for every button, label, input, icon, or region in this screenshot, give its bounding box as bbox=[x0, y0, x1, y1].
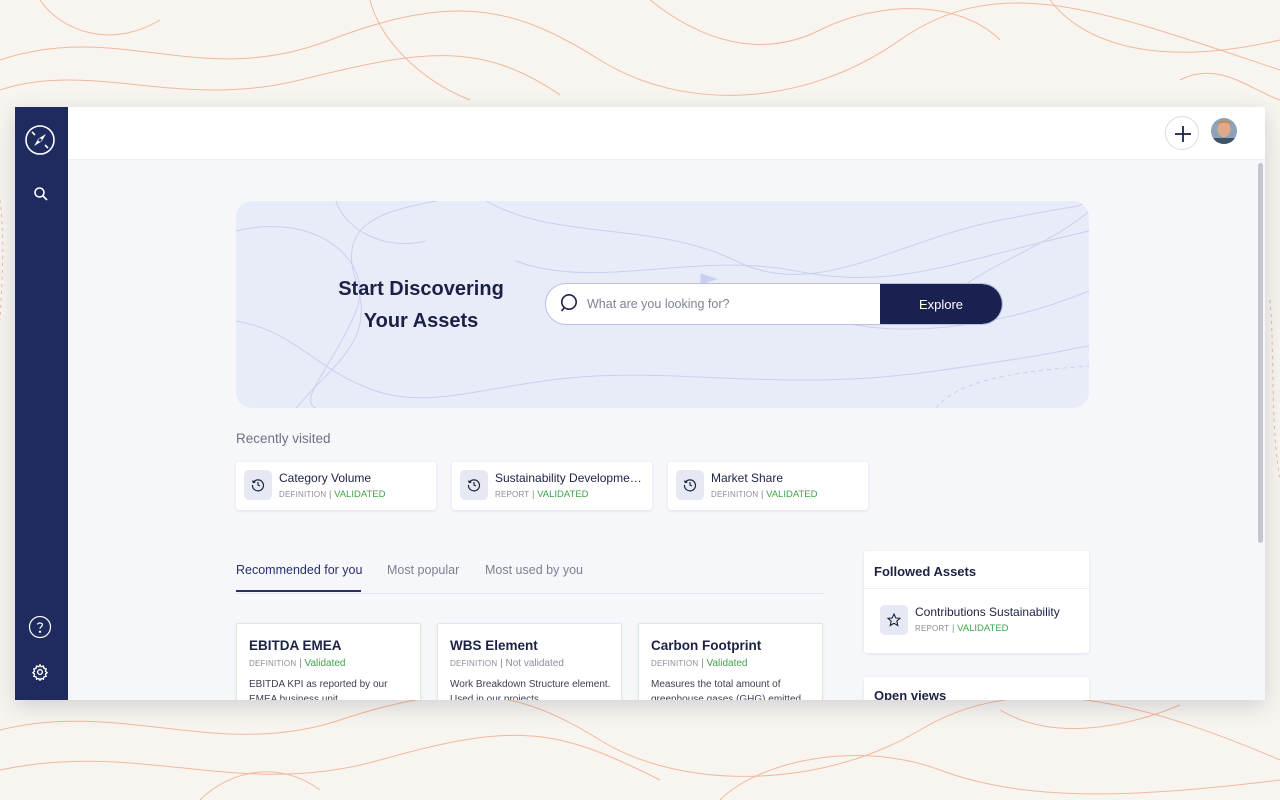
search-input[interactable] bbox=[587, 284, 877, 324]
hero-title: Start Discovering Your Assets bbox=[328, 273, 514, 337]
card-description: Measures the total amount of greenhouse … bbox=[651, 679, 802, 700]
card-title: Carbon Footprint bbox=[651, 638, 762, 653]
search-icon[interactable] bbox=[33, 186, 49, 202]
card-meta: DEFINITION | Validated bbox=[249, 658, 346, 669]
help-icon[interactable] bbox=[28, 615, 52, 639]
avatar[interactable] bbox=[1211, 116, 1237, 146]
app-window: Start Discovering Your Assets Explore Re… bbox=[15, 107, 1265, 700]
followed-assets-panel: Followed Assets Contributions Sustainabi… bbox=[864, 551, 1089, 653]
search-box: Explore bbox=[545, 283, 1003, 325]
recent-item[interactable]: Market Share DEFINITION | VALIDATED bbox=[668, 462, 868, 510]
recent-item-meta: DEFINITION | VALIDATED bbox=[711, 489, 818, 500]
divider bbox=[864, 588, 1089, 589]
tab-most-used[interactable]: Most used by you bbox=[485, 563, 583, 577]
card-title: WBS Element bbox=[450, 638, 538, 653]
compass-logo-icon[interactable] bbox=[24, 124, 56, 156]
history-icon bbox=[244, 470, 272, 500]
explore-button[interactable]: Explore bbox=[880, 284, 1002, 324]
card-meta: DEFINITION | Not validated bbox=[450, 658, 564, 669]
history-icon bbox=[460, 470, 488, 500]
top-bar bbox=[68, 107, 1265, 160]
star-icon bbox=[880, 605, 908, 635]
plus-icon bbox=[1175, 126, 1191, 142]
open-views-panel: Open views bbox=[864, 677, 1089, 700]
recent-item-name: Category Volume bbox=[279, 471, 372, 485]
tab-most-popular[interactable]: Most popular bbox=[387, 563, 459, 577]
add-button[interactable] bbox=[1165, 116, 1199, 150]
hero-title-line-1: Start Discovering bbox=[338, 278, 504, 300]
active-tab-indicator bbox=[236, 590, 361, 592]
recently-visited-title: Recently visited bbox=[236, 431, 331, 446]
card-meta: DEFINITION | Validated bbox=[651, 658, 748, 669]
card-description: EBITDA KPI as reported by our EMEA busin… bbox=[249, 679, 388, 700]
card-description: Work Breakdown Structure element. Used i… bbox=[450, 679, 611, 700]
followed-assets-title: Followed Assets bbox=[874, 564, 977, 579]
history-icon bbox=[676, 470, 704, 500]
followed-asset-name: Contributions Sustainability bbox=[915, 605, 1060, 619]
recommended-card[interactable]: WBS Element DEFINITION | Not validated W… bbox=[437, 623, 622, 700]
recent-item-meta: DEFINITION | VALIDATED bbox=[279, 489, 386, 500]
open-views-title: Open views bbox=[874, 688, 947, 700]
card-title: EBITDA EMEA bbox=[249, 638, 342, 653]
hero-banner: Start Discovering Your Assets Explore bbox=[236, 201, 1089, 408]
recommended-card[interactable]: EBITDA EMEA DEFINITION | Validated EBITD… bbox=[236, 623, 421, 700]
search-icon bbox=[560, 294, 577, 312]
scrollbar[interactable] bbox=[1258, 163, 1263, 543]
sidebar bbox=[15, 107, 68, 700]
gear-icon[interactable] bbox=[31, 663, 49, 681]
tab-recommended[interactable]: Recommended for you bbox=[236, 563, 362, 577]
hero-title-line-2: Your Assets bbox=[363, 310, 479, 332]
recent-item[interactable]: Sustainability Development Report REPORT… bbox=[452, 462, 652, 510]
asset-tabs: Recommended for you Most popular Most us… bbox=[236, 557, 824, 594]
followed-asset-item[interactable]: Contributions Sustainability REPORT | VA… bbox=[880, 605, 1080, 641]
followed-asset-meta: REPORT | VALIDATED bbox=[915, 623, 1009, 634]
recommended-card[interactable]: Carbon Footprint DEFINITION | Validated … bbox=[638, 623, 823, 700]
recent-item-name: Sustainability Development Report bbox=[495, 471, 647, 485]
recent-item[interactable]: Category Volume DEFINITION | VALIDATED bbox=[236, 462, 436, 510]
recent-item-name: Market Share bbox=[711, 471, 784, 485]
recent-item-meta: REPORT | VALIDATED bbox=[495, 489, 589, 500]
